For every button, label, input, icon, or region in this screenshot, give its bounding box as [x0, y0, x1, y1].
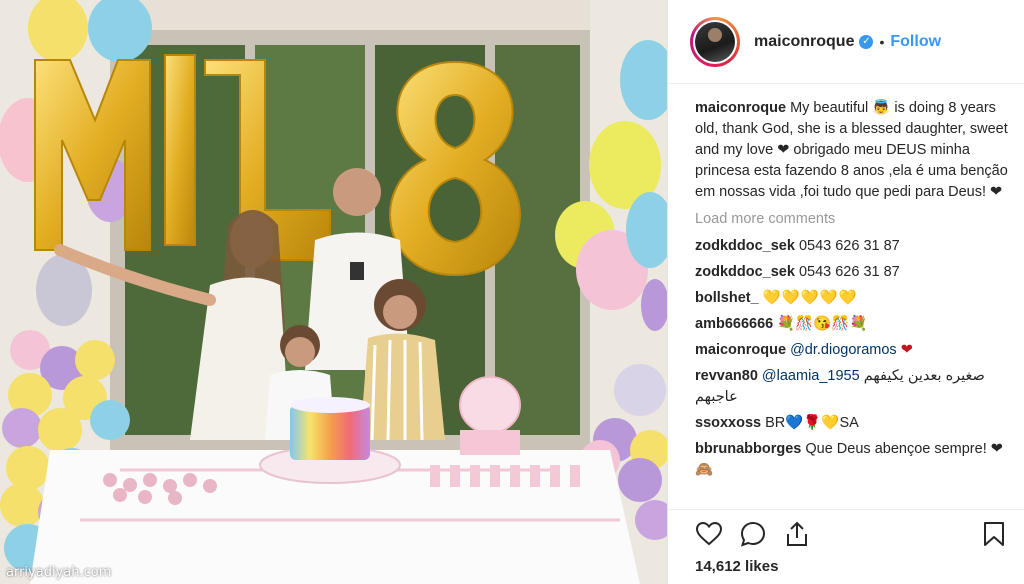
- comment-text: 💛💛💛💛💛: [762, 290, 858, 306]
- load-more-comments-button[interactable]: Load more comments: [695, 209, 1008, 230]
- comment-item: bbrunabborges Que Deus abençoe sempre! ❤…: [695, 439, 1008, 481]
- comment-username[interactable]: amb666666: [695, 316, 773, 332]
- avatar-ring: [693, 19, 737, 64]
- comment-item: bollshet_ 💛💛💛💛💛: [695, 288, 1008, 309]
- comment-icon[interactable]: [739, 520, 767, 548]
- header-username[interactable]: maiconroque: [754, 33, 854, 51]
- watermark-text: arriyadiyah.com: [6, 565, 112, 580]
- avatar[interactable]: [690, 16, 740, 67]
- separator-dot: •: [879, 33, 885, 50]
- comments-list: maiconroque My beautiful 👼 is doing 8 ye…: [695, 98, 1008, 486]
- comment-username[interactable]: ssoxxoss: [695, 415, 761, 431]
- heart-icon[interactable]: [695, 520, 723, 548]
- comment-text: BR💙🌹💛SA: [765, 415, 859, 431]
- likes-count[interactable]: 14,612 likes: [695, 558, 778, 575]
- comment-mention-link[interactable]: @dr.diogoramos: [790, 342, 897, 358]
- comment-text: 0543 626 31 87: [798, 238, 900, 254]
- instagram-post: arriyadiyah.com maiconroque ✓ • Follow m…: [0, 0, 1024, 584]
- avatar-image: [695, 21, 735, 62]
- verified-badge-icon: ✓: [859, 34, 874, 49]
- comment-item: zodkddoc_sek 0543 626 31 87: [695, 262, 1008, 283]
- post-photo[interactable]: arriyadiyah.com: [0, 0, 667, 584]
- comment-item: revvan80 @laamia_1955 صغيره بعدين يكيفهم…: [695, 366, 1008, 408]
- comment-mention-link[interactable]: @laamia_1955: [762, 368, 860, 384]
- caption: maiconroque My beautiful 👼 is doing 8 ye…: [695, 98, 1008, 203]
- post-header: maiconroque ✓ • Follow: [668, 0, 1024, 84]
- action-bar: [695, 517, 1012, 551]
- comment-item: zodkddoc_sek 0543 626 31 87: [695, 236, 1008, 257]
- bookmark-icon[interactable]: [980, 520, 1008, 548]
- comment-item: ssoxxoss BR💙🌹💛SA: [695, 413, 1008, 434]
- post-side-panel: maiconroque ✓ • Follow maiconroque My be…: [667, 0, 1024, 584]
- caption-username[interactable]: maiconroque: [695, 100, 786, 116]
- comment-username[interactable]: zodkddoc_sek: [695, 238, 795, 254]
- comment-text: 💐🎊😘🎊💐: [777, 316, 868, 332]
- share-icon[interactable]: [783, 520, 811, 548]
- birthday-photo-illustration: [0, 0, 667, 584]
- comment-text: 0543 626 31 87: [798, 264, 900, 280]
- comment-text: ❤: [900, 342, 913, 358]
- comment-username[interactable]: revvan80: [695, 368, 758, 384]
- comment-username[interactable]: zodkddoc_sek: [695, 264, 795, 280]
- comment-item: maiconroque @dr.diogoramos ❤: [695, 340, 1008, 361]
- comment-username[interactable]: maiconroque: [695, 342, 786, 358]
- divider: [668, 509, 1024, 510]
- comment-item: amb666666 💐🎊😘🎊💐: [695, 314, 1008, 335]
- comment-username[interactable]: bollshet_: [695, 290, 759, 306]
- follow-button[interactable]: Follow: [890, 33, 941, 51]
- comment-username[interactable]: bbrunabborges: [695, 441, 801, 457]
